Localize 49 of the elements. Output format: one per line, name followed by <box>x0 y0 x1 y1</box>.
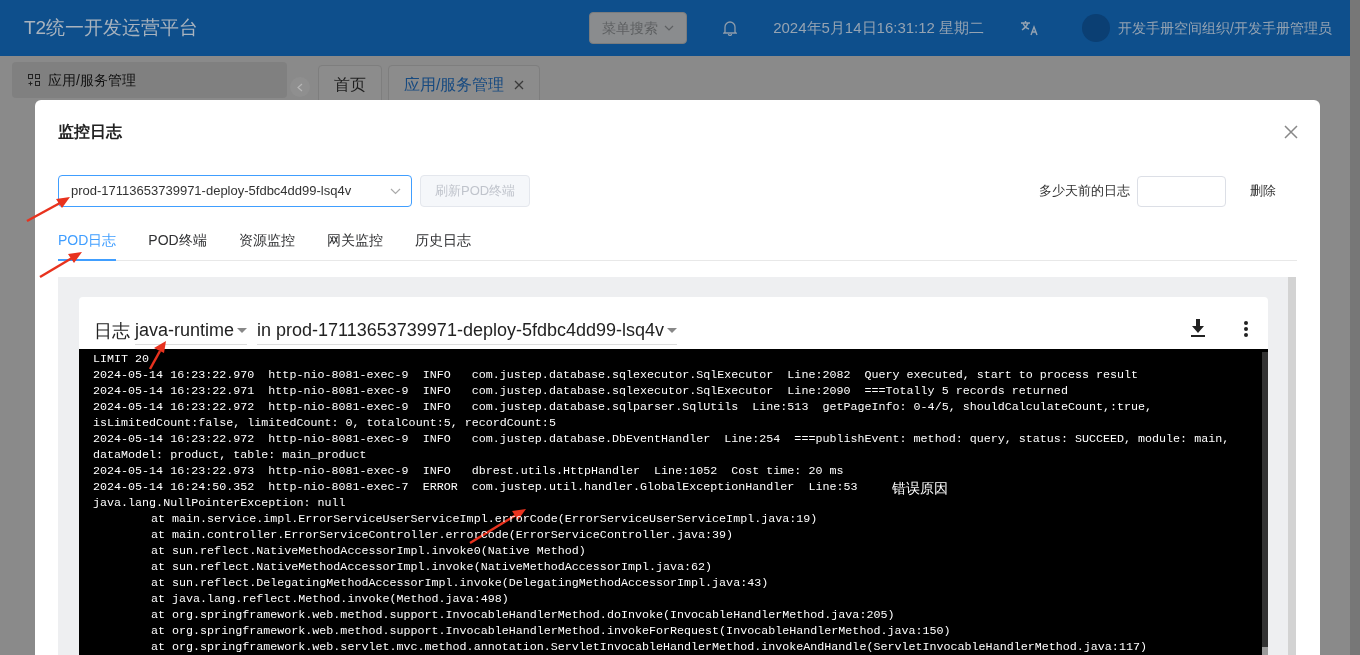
more-vertical-icon[interactable] <box>1244 321 1248 337</box>
close-icon[interactable] <box>1284 125 1298 139</box>
tab[interactable]: 资源监控 <box>238 221 295 261</box>
log-line: 2024-05-14 16:23:22.973 http-nio-8081-exec-9 INFO dbrest.utils.HttpHandler Line:1052 Cost time: 20 ms <box>93 463 844 481</box>
translate-icon[interactable] <box>1020 20 1039 36</box>
log-line: java.lang.NullPointerException: null <box>93 495 346 513</box>
panel-scrollbar[interactable] <box>1288 277 1296 655</box>
log-line: LIMIT 20 <box>93 351 150 369</box>
days-label: 多少天前的日志 <box>1039 182 1130 201</box>
pod-log-select[interactable]: in prod-17113653739971-deploy-5fdbc4dd99-lsq4v <box>257 317 678 345</box>
dialog-title: 监控日志 <box>58 122 122 142</box>
caret-down-icon <box>237 328 248 333</box>
log-line: isLimitedCount:false, limitedCount: 0, totalCount:5, recordCount:5 <box>93 415 556 433</box>
log-line: 2024-05-14 16:23:22.972 http-nio-8081-exec-9 INFO com.justep.database.sqlparser.SqlUtils Line:513 getPageInfo: 0-4/5, shouldCalculateCount,:true, <box>93 399 1153 417</box>
date-time-text: 2024年5月14日16:31:12 星期二 <box>773 17 985 38</box>
annotation-arrow <box>26 197 70 223</box>
log-line: dataModel: product, table: main_product <box>93 447 367 465</box>
chevron-down-icon <box>390 187 401 195</box>
app-title: T2统一开发运营平台 <box>24 15 199 40</box>
log-title: 日志 <box>94 320 130 343</box>
tab[interactable]: 网关监控 <box>326 221 383 261</box>
log-line: at sun.reflect.DelegatingMethodAccessorImpl.invoke(DelegatingMethodAccessorImpl.java:43) <box>150 575 769 593</box>
log-line: at org.springframework.web.method.support.InvocableHandlerMethod.doInvoke(InvocableHandlerMethod.java:205) <box>150 607 895 625</box>
log-line: 2024-05-14 16:23:22.972 http-nio-8081-exec-9 INFO com.justep.database.DbEventHandler Line:254 ===publishEvent: method: query, status: SUCCEED, module: main, <box>93 431 1230 449</box>
annotation-note: 错误原因 <box>891 478 948 498</box>
bell-icon[interactable] <box>723 20 738 36</box>
log-line: 2024-05-14 16:23:22.970 http-nio-8081-exec-9 INFO com.justep.database.sqlexecutor.SqlExecutor Line:2082 Query executed, start to process result <box>93 367 1139 385</box>
log-line: at org.springframework.web.method.support.InvocableHandlerMethod.invokeForRequest(InvocableHandlerMethod.java:150) <box>150 623 951 641</box>
chevron-down-icon <box>664 25 675 31</box>
page-scrollbar[interactable] <box>1350 0 1360 655</box>
delete-button[interactable]: 删除 <box>1250 181 1276 201</box>
annotation-arrow <box>148 341 166 370</box>
caret-down-icon <box>667 328 678 333</box>
annotation-arrow <box>39 252 82 279</box>
chevron-left-icon <box>297 82 303 92</box>
log-line: at sun.reflect.NativeMethodAccessorImpl.invoke0(Native Method) <box>150 543 586 561</box>
sidebar-item[interactable]: 应用/服务管理 <box>12 62 287 98</box>
grid-icon <box>28 74 40 86</box>
days-input[interactable] <box>1137 175 1226 207</box>
tab[interactable]: POD终端 <box>148 221 207 261</box>
log-line: at org.springframework.web.servlet.mvc.method.annotation.ServletInvocableHandlerMethod.invokeAndHandle(ServletInvocableHandlerMethod.java:117) <box>150 639 1147 655</box>
download-icon[interactable] <box>1191 319 1205 337</box>
log-line: 2024-05-14 16:24:50.352 http-nio-8081-exec-7 ERROR com.justep.util.handler.GlobalExceptionHandler Line:53 <box>93 479 858 497</box>
pod-select[interactable]: prod-17113653739971-deploy-5fdbc4dd99-lsq4v <box>58 175 412 207</box>
tab[interactable]: 历史日志 <box>414 221 471 261</box>
log-line: 2024-05-14 16:23:22.971 http-nio-8081-exec-9 INFO com.justep.database.sqlexecutor.SqlExecutor Line:2090 ===Totally 5 records returned <box>93 383 1068 401</box>
close-icon[interactable] <box>514 80 525 90</box>
log-line: at java.lang.reflect.Method.invoke(Method.java:498) <box>150 591 509 609</box>
log-line: at sun.reflect.NativeMethodAccessorImpl.invoke(NativeMethodAccessorImpl.java:62) <box>150 559 713 577</box>
